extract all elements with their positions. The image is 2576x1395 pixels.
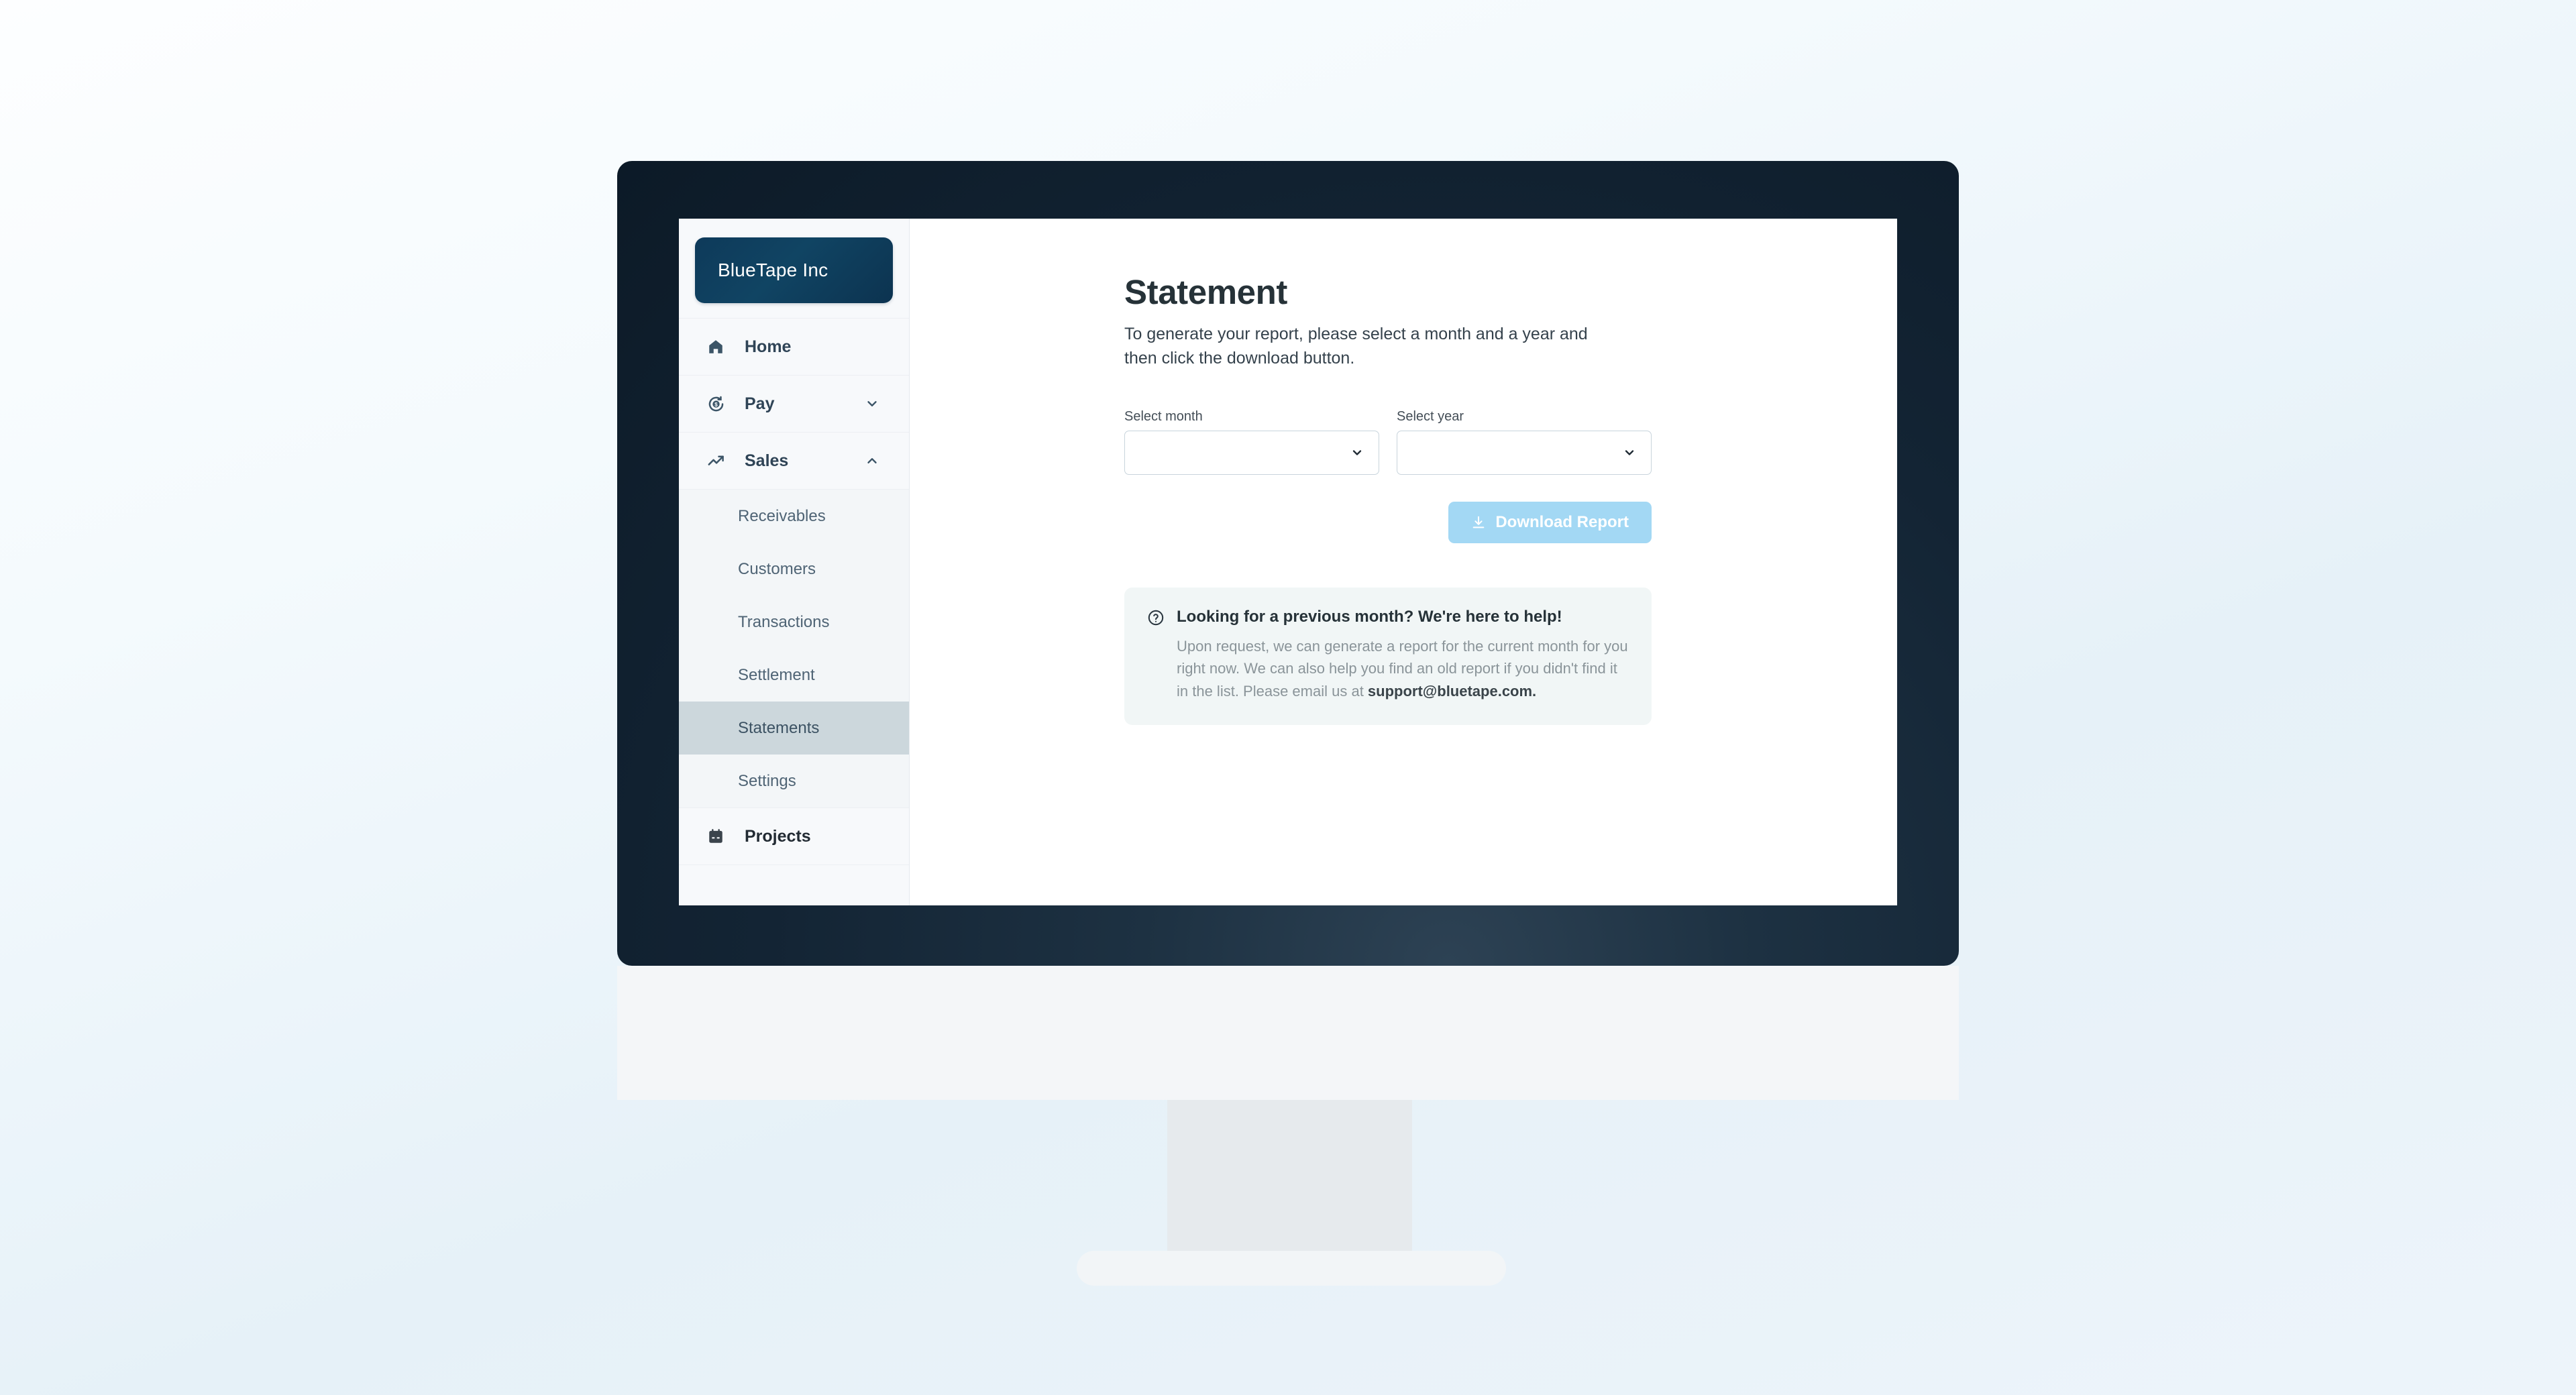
sidebar-item-transactions[interactable]: Transactions	[679, 596, 909, 649]
sidebar-item-transactions-label: Transactions	[738, 612, 830, 631]
sidebar-item-projects[interactable]: Projects	[679, 807, 909, 864]
sidebar-item-customers[interactable]: Customers	[679, 543, 909, 596]
logo-badge[interactable]: BlueTape Inc	[695, 237, 893, 303]
month-field-label: Select month	[1124, 409, 1203, 424]
download-report-button-label: Download Report	[1495, 513, 1629, 531]
sidebar-item-pay-label: Pay	[745, 394, 775, 413]
chevron-down-icon[interactable]	[865, 396, 879, 411]
help-callout-title: Looking for a previous month? We're here…	[1177, 608, 1562, 626]
sidebar-item-statements[interactable]: Statements	[679, 702, 909, 755]
sidebar-item-receivables[interactable]: Receivables	[679, 490, 909, 543]
sidebar-item-settlement-label: Settlement	[738, 665, 815, 684]
sidebar-item-home[interactable]: Home	[679, 318, 909, 375]
sidebar-item-home-label: Home	[745, 337, 792, 356]
sidebar-spacer	[679, 864, 909, 905]
sidebar-item-receivables-label: Receivables	[738, 506, 826, 525]
monitor-chin	[617, 966, 1959, 1100]
screen: BlueTape Inc Home $ Pay Sales Receivable…	[679, 219, 1897, 905]
monitor-neck	[1167, 1100, 1412, 1264]
sidebar-item-pay[interactable]: $ Pay	[679, 375, 909, 432]
sidebar-item-settlement[interactable]: Settlement	[679, 649, 909, 702]
download-icon	[1471, 515, 1486, 530]
select-month-dropdown[interactable]	[1124, 431, 1379, 475]
page-description: To generate your report, please select a…	[1124, 325, 1588, 368]
home-icon	[707, 338, 734, 355]
question-circle-icon	[1147, 608, 1165, 702]
month-field-group: Select month	[1124, 409, 1379, 475]
download-button-row: Download Report	[1124, 502, 1652, 543]
sidebar-item-sales[interactable]: Sales	[679, 432, 909, 489]
sidebar-item-customers-label: Customers	[738, 559, 816, 578]
help-callout: Looking for a previous month? We're here…	[1124, 588, 1652, 726]
sidebar-item-settings[interactable]: Settings	[679, 755, 909, 807]
sidebar-item-sales-label: Sales	[745, 451, 789, 470]
sidebar: BlueTape Inc Home $ Pay Sales Receivable…	[679, 219, 910, 905]
monitor-base	[1077, 1251, 1506, 1286]
svg-text:$: $	[714, 402, 718, 408]
download-report-button[interactable]: Download Report	[1448, 502, 1652, 543]
pay-circle-dollar-icon: $	[707, 395, 734, 413]
select-year-dropdown[interactable]	[1397, 431, 1652, 475]
logo-text: BlueTape Inc	[718, 260, 828, 280]
main-content: Statement To generate your report, pleas…	[910, 219, 1897, 905]
sidebar-item-settings-label: Settings	[738, 771, 796, 790]
calendar-icon	[707, 828, 734, 845]
trending-up-icon	[707, 452, 734, 470]
year-field-group: Select year	[1397, 409, 1652, 475]
help-callout-text: Looking for a previous month? We're here…	[1177, 608, 1629, 702]
chevron-down-icon[interactable]	[1623, 446, 1636, 459]
date-selectors: Select month Select year	[1124, 409, 1897, 475]
help-callout-body: Upon request, we can generate a report f…	[1177, 635, 1629, 702]
year-field-label: Select year	[1397, 409, 1464, 424]
support-email[interactable]: support@bluetape.com.	[1368, 683, 1536, 700]
monitor: BlueTape Inc Home $ Pay Sales Receivable…	[617, 161, 1959, 1286]
sidebar-item-statements-label: Statements	[738, 718, 820, 737]
page-title: Statement	[1124, 273, 1287, 311]
sales-submenu: Receivables Customers Transactions Settl…	[679, 489, 909, 807]
chevron-up-icon[interactable]	[865, 453, 879, 468]
chevron-down-icon[interactable]	[1350, 446, 1364, 459]
sidebar-item-projects-label: Projects	[745, 826, 811, 846]
